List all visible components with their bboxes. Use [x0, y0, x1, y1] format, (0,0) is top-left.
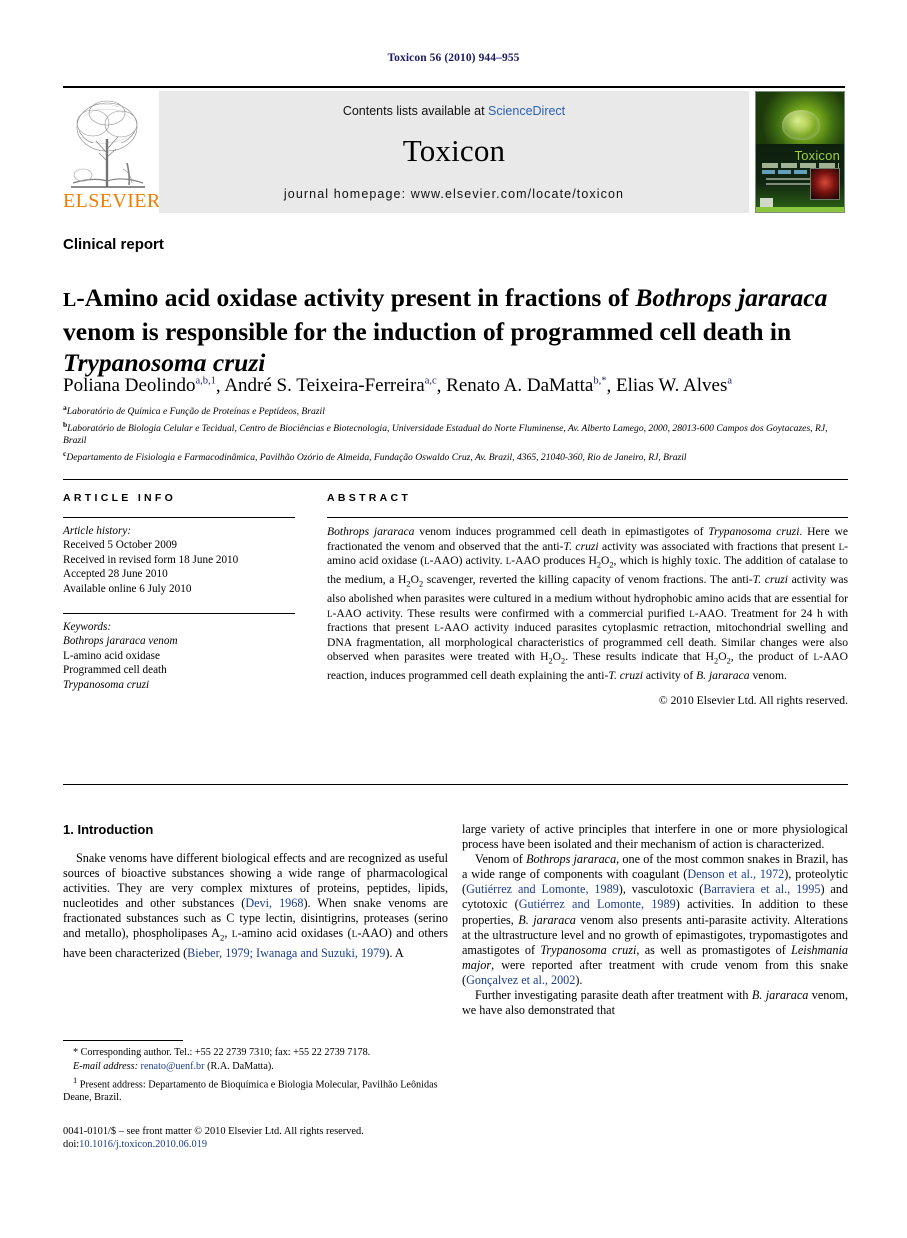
paragraph: Snake venoms have different biological e…	[63, 851, 449, 960]
contents-line: Contents lists available at ScienceDirec…	[159, 104, 749, 118]
article-info-column: Article history: Received 5 October 2009…	[63, 517, 295, 692]
issn-line: 0041-0101/$ – see front matter © 2010 El…	[63, 1126, 364, 1137]
paragraph: Further investigating parasite death aft…	[462, 988, 849, 1018]
abstract-body: Bothrops jararaca venom induces programm…	[327, 525, 848, 683]
author-name: Renato A. DaMatta	[446, 375, 594, 397]
footnote-email: E-mail address: renato@uenf.br (R.A. DaM…	[63, 1060, 448, 1073]
footnote-corresponding-text: Corresponding author. Tel.: +55 22 2739 …	[80, 1047, 371, 1058]
paragraph: Venom of Bothrops jararaca, one of the m…	[462, 852, 849, 987]
abstract-column: Bothrops jararaca venom induces programm…	[327, 517, 848, 707]
running-head: Toxicon 56 (2010) 944–955	[387, 52, 520, 64]
page-title: L-Amino acid oxidase activity present in…	[63, 282, 848, 378]
title-species-1: Bothrops jararaca	[635, 283, 828, 313]
author-item: André S. Teixeira-Ferreiraa,c	[224, 375, 436, 396]
journal-banner: Contents lists available at ScienceDirec…	[159, 91, 749, 213]
footnote-marker-1: 1	[73, 1075, 78, 1085]
author-affil-marker: b,*	[593, 376, 607, 387]
footnote-block: * Corresponding author. Tel.: +55 22 273…	[63, 1046, 448, 1105]
contents-prefix: Contents lists available at	[342, 104, 489, 118]
keyword-item: Bothrops jararaca venom	[63, 634, 295, 648]
article-history: Article history: Received 5 October 2009…	[63, 518, 295, 596]
citation-link[interactable]: Devi, 1968	[245, 896, 303, 910]
email-label: E-mail address:	[73, 1061, 138, 1072]
affiliation-item: aLaboratório de Química e Função de Prot…	[63, 402, 848, 419]
doi-label: doi:	[63, 1139, 80, 1151]
body-column-right: large variety of active principles that …	[462, 822, 848, 1018]
elsevier-wordmark: ELSEVIER	[63, 190, 161, 212]
imprint-block: 0041-0101/$ – see front matter © 2010 El…	[63, 1125, 463, 1152]
elsevier-logo: ELSEVIER	[63, 91, 161, 213]
author-affil-marker: a,b,1	[195, 376, 216, 387]
panel-top-rule	[63, 479, 848, 480]
abstract-header: ABSTRACT	[327, 492, 412, 504]
affiliation-item: cDepartamento de Fisiologia e Farmacodin…	[63, 448, 848, 465]
journal-homepage[interactable]: journal homepage: www.elsevier.com/locat…	[159, 187, 749, 201]
author-item: Poliana Deolindoa,b,1	[63, 375, 216, 396]
author-separator: ,	[606, 375, 616, 397]
cover-journal-title: Toxicon	[794, 148, 840, 163]
footnote-present-address-text: Present address: Departamento de Bioquím…	[63, 1079, 438, 1104]
cover-inset-image	[810, 168, 840, 200]
email-link[interactable]: renato@uenf.br	[141, 1061, 205, 1072]
affiliation-list: aLaboratório de Química e Função de Prot…	[63, 402, 848, 464]
history-item: Accepted 28 June 2010	[63, 568, 168, 581]
article-info-header: ARTICLE INFO	[63, 492, 177, 504]
doi-link[interactable]: 10.1016/j.toxicon.2010.06.019	[79, 1139, 207, 1150]
paper-page: Toxicon 56 (2010) 944–955 ELSEVIER Conte…	[0, 0, 907, 1238]
history-item: Received in revised form 18 June 2010	[63, 553, 239, 566]
panel-bottom-rule	[63, 784, 848, 785]
journal-masthead: ELSEVIER Contents lists available at Sci…	[63, 86, 845, 214]
keyword-item: L-amino acid oxidase	[63, 649, 160, 662]
author-item: Elias W. Alvesa	[616, 375, 732, 396]
author-name: André S. Teixeira-Ferreira	[224, 375, 425, 397]
title-part-1: -Amino acid oxidase activity present in …	[76, 283, 636, 313]
citation-link[interactable]: Gutiérrez and Lomonte, 1989	[466, 882, 619, 896]
citation-link[interactable]: Gutiérrez and Lomonte, 1989	[519, 897, 676, 911]
keyword-text: Bothrops jararaca venom	[63, 635, 178, 648]
masthead-top-rule	[63, 86, 845, 88]
keyword-text: Trypanosoma cruzi	[63, 678, 150, 691]
footnote-separator	[63, 1040, 183, 1041]
keyword-item: Programmed cell death	[63, 664, 167, 677]
cover-photo	[756, 92, 844, 144]
title-part-2: venom is responsible for the induction o…	[63, 317, 792, 347]
elsevier-tree-icon	[71, 100, 145, 188]
cover-bottom-strip	[756, 207, 844, 212]
footnote-corresponding-author: * Corresponding author. Tel.: +55 22 273…	[73, 1047, 371, 1058]
email-owner: (R.A. DaMatta).	[207, 1061, 274, 1072]
affiliation-text: Departamento de Fisiologia e Farmacodinâ…	[66, 451, 687, 463]
journal-cover-thumbnail: Toxicon	[755, 91, 845, 213]
section-heading-introduction: 1. Introduction	[63, 822, 154, 837]
sciencedirect-link[interactable]: ScienceDirect	[488, 104, 565, 118]
keyword-item: Trypanosoma cruzi	[63, 678, 295, 692]
journal-title: Toxicon	[402, 133, 506, 168]
history-label: Article history:	[63, 525, 132, 537]
body-column-left: 1. Introduction Snake venoms have differ…	[63, 822, 448, 961]
title-smallcap-L: L	[63, 289, 77, 312]
affiliation-text: Laboratório de Química e Função de Prote…	[66, 406, 325, 418]
keyword-list: Keywords: Bothrops jararaca venom L-amin…	[63, 614, 295, 692]
article-type-label: Clinical report	[63, 236, 164, 253]
citation-link[interactable]: Gonçalvez et al., 2002	[466, 973, 575, 987]
author-item: Renato A. DaMattab,*	[446, 375, 606, 396]
doi-line: doi:10.1016/j.toxicon.2010.06.019	[63, 1138, 463, 1151]
paragraph: large variety of active principles that …	[462, 822, 848, 852]
author-affil-marker: a,c	[424, 376, 437, 387]
history-item: Received 5 October 2009	[63, 539, 178, 552]
keywords-label: Keywords:	[63, 621, 112, 634]
citation-link[interactable]: Barraviera et al., 1995	[703, 882, 820, 896]
author-separator: ,	[436, 375, 447, 397]
citation-link[interactable]: Bieber, 1979; Iwanaga and Suzuki, 1979	[187, 946, 385, 960]
affiliation-text: Laboratório de Biologia Celular e Tecidu…	[63, 422, 828, 447]
citation-link[interactable]: Denson et al., 1972	[687, 867, 784, 881]
author-name: Elias W. Alves	[616, 375, 728, 397]
author-list: Poliana Deolindoa,b,1, André S. Teixeira…	[63, 370, 848, 398]
footnote-present-address: 1 Present address: Departamento de Bioqu…	[63, 1074, 448, 1104]
history-item: Available online 6 July 2010	[63, 582, 192, 595]
abstract-copyright: © 2010 Elsevier Ltd. All rights reserved…	[658, 693, 848, 707]
affiliation-item: bLaboratório de Biologia Celular e Tecid…	[63, 419, 848, 448]
author-affil-marker: a	[727, 376, 733, 387]
author-name: Poliana Deolindo	[63, 375, 196, 397]
